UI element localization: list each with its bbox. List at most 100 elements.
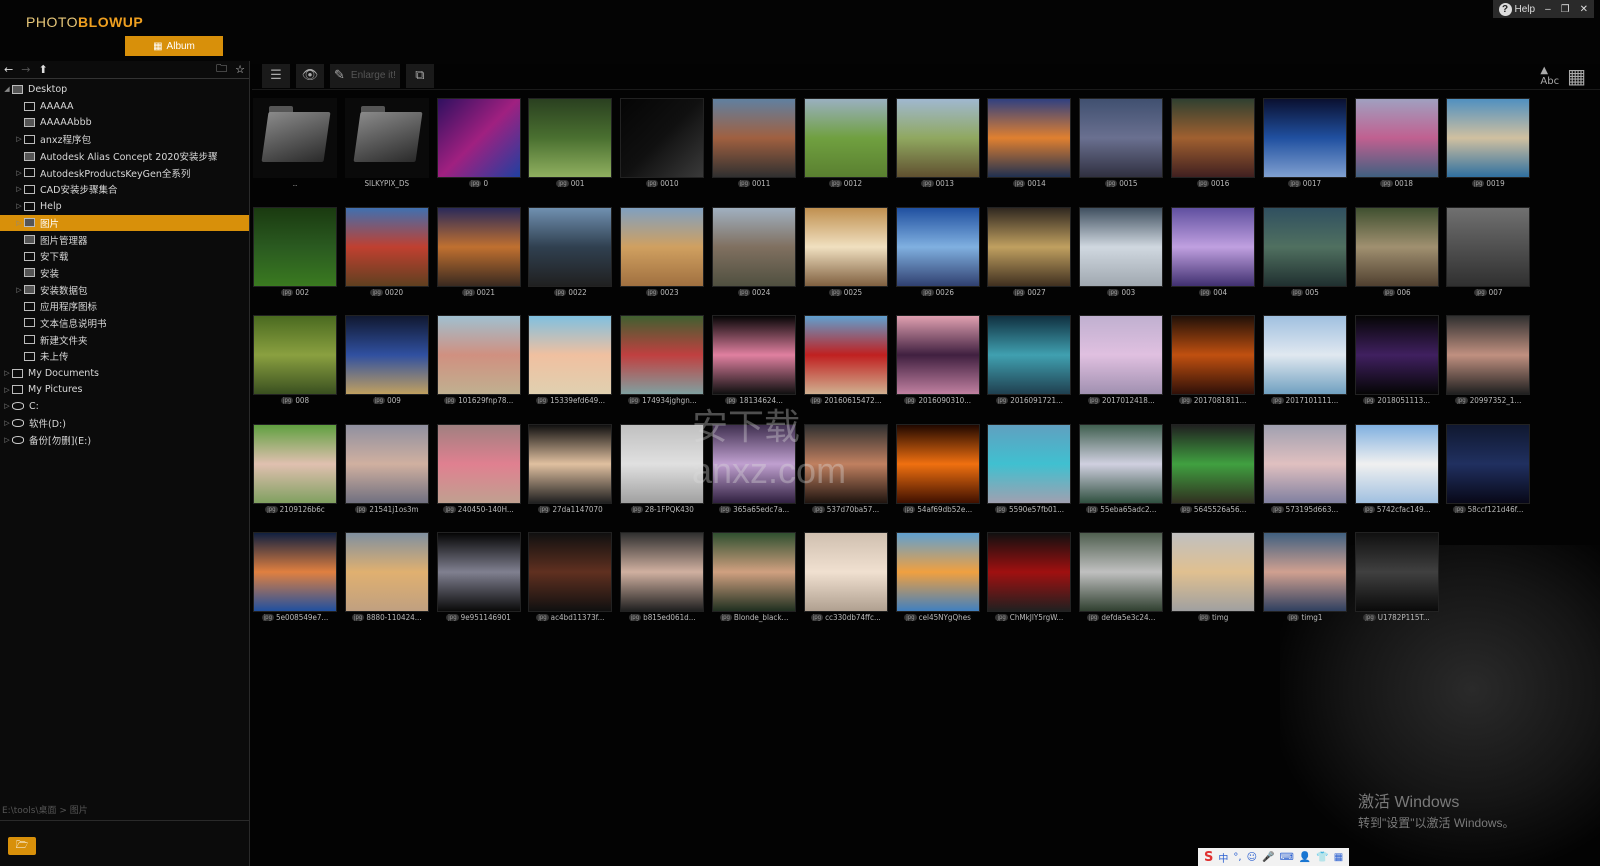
tree-item[interactable]: AAAAA [0,98,249,115]
image-thumbnail[interactable]: jpg 0 [436,98,521,191]
expand-toggle-icon[interactable]: ▷ [2,419,12,427]
folder-thumbnail[interactable]: .. [253,98,337,191]
tree-item[interactable]: 安下载 [0,248,249,265]
tree-item[interactable]: Autodesk Alias Concept 2020安装步骤 [0,148,249,165]
image-thumbnail[interactable]: jpg 005 [1262,206,1347,300]
emoji-icon[interactable]: ☺ [1247,852,1257,863]
image-thumbnail[interactable]: jpg 58ccf121d46f... [1446,423,1531,517]
user-icon[interactable]: 👤 [1299,852,1311,863]
new-folder-icon[interactable]: 🗀 [216,60,227,79]
restore-button[interactable]: ❐ [1561,4,1570,15]
image-thumbnail[interactable]: jpg 003 [1079,206,1164,300]
image-thumbnail[interactable]: jpg 002 [253,206,337,300]
expand-toggle-icon[interactable]: ▷ [14,219,24,227]
list-view-button[interactable]: ☰ [262,63,290,88]
expand-toggle-icon[interactable]: ◢ [2,85,12,93]
image-thumbnail[interactable]: jpg 5e008549e7... [253,532,337,625]
tree-item[interactable]: 未上传 [0,348,249,365]
minimize-button[interactable]: – [1545,4,1551,15]
expand-toggle-icon[interactable]: ▷ [14,169,24,177]
image-thumbnail[interactable]: jpg 0021 [436,206,521,300]
image-thumbnail[interactable]: jpg U1782P115T... [1354,532,1439,625]
sort-by-name-button[interactable]: ▲ Abc [1540,65,1559,87]
tree-item[interactable]: AAAAAbbb [0,114,249,131]
preview-button[interactable]: 👁 [296,63,324,88]
image-thumbnail[interactable]: jpg 20997352_1... [1446,315,1531,408]
image-thumbnail[interactable]: jpg 2016091721... [987,315,1072,408]
image-thumbnail[interactable]: jpg 27da1147070 [528,423,613,517]
image-thumbnail[interactable]: jpg 0020 [344,206,429,300]
tree-item[interactable]: ▷ 安装数据包 [0,281,249,298]
close-button[interactable]: ✕ [1580,4,1588,15]
image-thumbnail[interactable]: jpg 009 [344,315,429,408]
image-thumbnail[interactable]: jpg 0027 [987,206,1072,300]
language-toggle[interactable]: 中 [1218,850,1228,865]
tree-item[interactable]: ▷ My Pictures [0,381,249,398]
image-thumbnail[interactable]: jpg 006 [1354,206,1439,300]
image-thumbnail[interactable]: jpg 0012 [803,98,888,191]
enlarge-button[interactable]: ✎ Enlarge it! [330,63,400,88]
image-thumbnail[interactable]: jpg Blonde_black... [711,532,796,625]
image-thumbnail[interactable]: jpg 0013 [895,98,980,191]
image-thumbnail[interactable]: jpg 2018051113... [1354,315,1439,408]
image-thumbnail[interactable]: jpg 0010 [620,98,705,191]
image-thumbnail[interactable]: jpg 5645526a56... [1170,423,1255,517]
tree-item[interactable]: 安装 [0,265,249,282]
image-thumbnail[interactable]: jpg 0015 [1079,98,1164,191]
image-thumbnail[interactable]: jpg 2109126b6c [253,423,337,517]
image-thumbnail[interactable]: jpg 004 [1170,206,1255,300]
image-thumbnail[interactable]: jpg 007 [1446,206,1531,300]
expand-toggle-icon[interactable]: ▷ [2,369,12,377]
image-thumbnail[interactable]: jpg 0016 [1170,98,1255,191]
expand-toggle-icon[interactable]: ▷ [14,202,24,210]
help-button[interactable]: ? Help [1498,2,1535,16]
image-thumbnail[interactable]: jpg ChMkJlY5rgW... [987,532,1072,625]
tree-item[interactable]: 图片管理器 [0,231,249,248]
folder-thumbnail[interactable]: SILKYPIX_DS [344,98,429,191]
image-thumbnail[interactable]: jpg 21541j1os3m [344,423,429,517]
expand-toggle-icon[interactable]: ▷ [14,185,24,193]
image-thumbnail[interactable]: jpg 0014 [987,98,1072,191]
image-thumbnail[interactable]: jpg cc330db74ffc... [803,532,888,625]
image-thumbnail[interactable]: jpg 5590e57fb01... [987,423,1072,517]
image-thumbnail[interactable]: jpg 55eba65adc2... [1079,423,1164,517]
tree-item[interactable]: 文本信息说明书 [0,315,249,332]
image-thumbnail[interactable]: jpg 0024 [711,206,796,300]
image-thumbnail[interactable]: jpg 2017101111... [1262,315,1347,408]
image-thumbnail[interactable]: jpg 0019 [1446,98,1531,191]
tree-item[interactable]: ▷ My Documents [0,365,249,382]
expand-toggle-icon[interactable]: ▷ [14,135,24,143]
microphone-icon[interactable]: 🎤 [1262,852,1274,863]
tree-item[interactable]: ▷ C: [0,398,249,415]
album-button[interactable]: ▦ Album [125,36,223,56]
image-thumbnail[interactable]: jpg 0022 [528,206,613,300]
image-thumbnail[interactable]: jpg 174934jghgn... [620,315,705,408]
image-thumbnail[interactable]: jpg 2017012418... [1079,315,1164,408]
tree-item[interactable]: ▷ Help [0,198,249,215]
expand-toggle-icon[interactable]: ▷ [2,436,12,444]
image-thumbnail[interactable]: jpg 240450-140H... [436,423,521,517]
tree-item[interactable]: ▷ 图片 [0,214,249,232]
image-thumbnail[interactable]: jpg defda5e3c24... [1079,532,1164,625]
image-thumbnail[interactable]: jpg b815ed061d... [620,532,705,625]
expand-toggle-icon[interactable]: ▷ [2,402,12,410]
image-thumbnail[interactable]: jpg 573195d663... [1262,423,1347,517]
image-thumbnail[interactable]: jpg 15339efd649... [528,315,613,408]
image-thumbnail[interactable]: jpg 0025 [803,206,888,300]
image-thumbnail[interactable]: jpg 2017081811... [1170,315,1255,408]
tree-item[interactable]: ▷ 软件(D:) [0,415,249,432]
open-folder-button[interactable]: 🗁 [8,837,36,855]
image-thumbnail[interactable]: jpg 5742cfac149... [1354,423,1439,517]
image-thumbnail[interactable]: jpg cel45NYgQhes [895,532,980,625]
skin-icon[interactable]: 👕 [1316,852,1328,863]
image-thumbnail[interactable]: jpg 101629fnp78... [436,315,521,408]
favorite-star-icon[interactable]: ☆ [235,63,245,76]
stack-button[interactable]: ⧉ [405,63,434,88]
image-thumbnail[interactable]: jpg 001 [528,98,613,191]
expand-toggle-icon[interactable]: ▷ [14,286,24,294]
image-thumbnail[interactable]: jpg 0018 [1354,98,1439,191]
sogou-logo-icon[interactable]: S [1204,850,1213,865]
tree-item[interactable]: ▷ AutodeskProductsKeyGen全系列 [0,164,249,181]
image-thumbnail[interactable]: jpg 008 [253,315,337,408]
image-thumbnail[interactable]: jpg 2016090310... [895,315,980,408]
